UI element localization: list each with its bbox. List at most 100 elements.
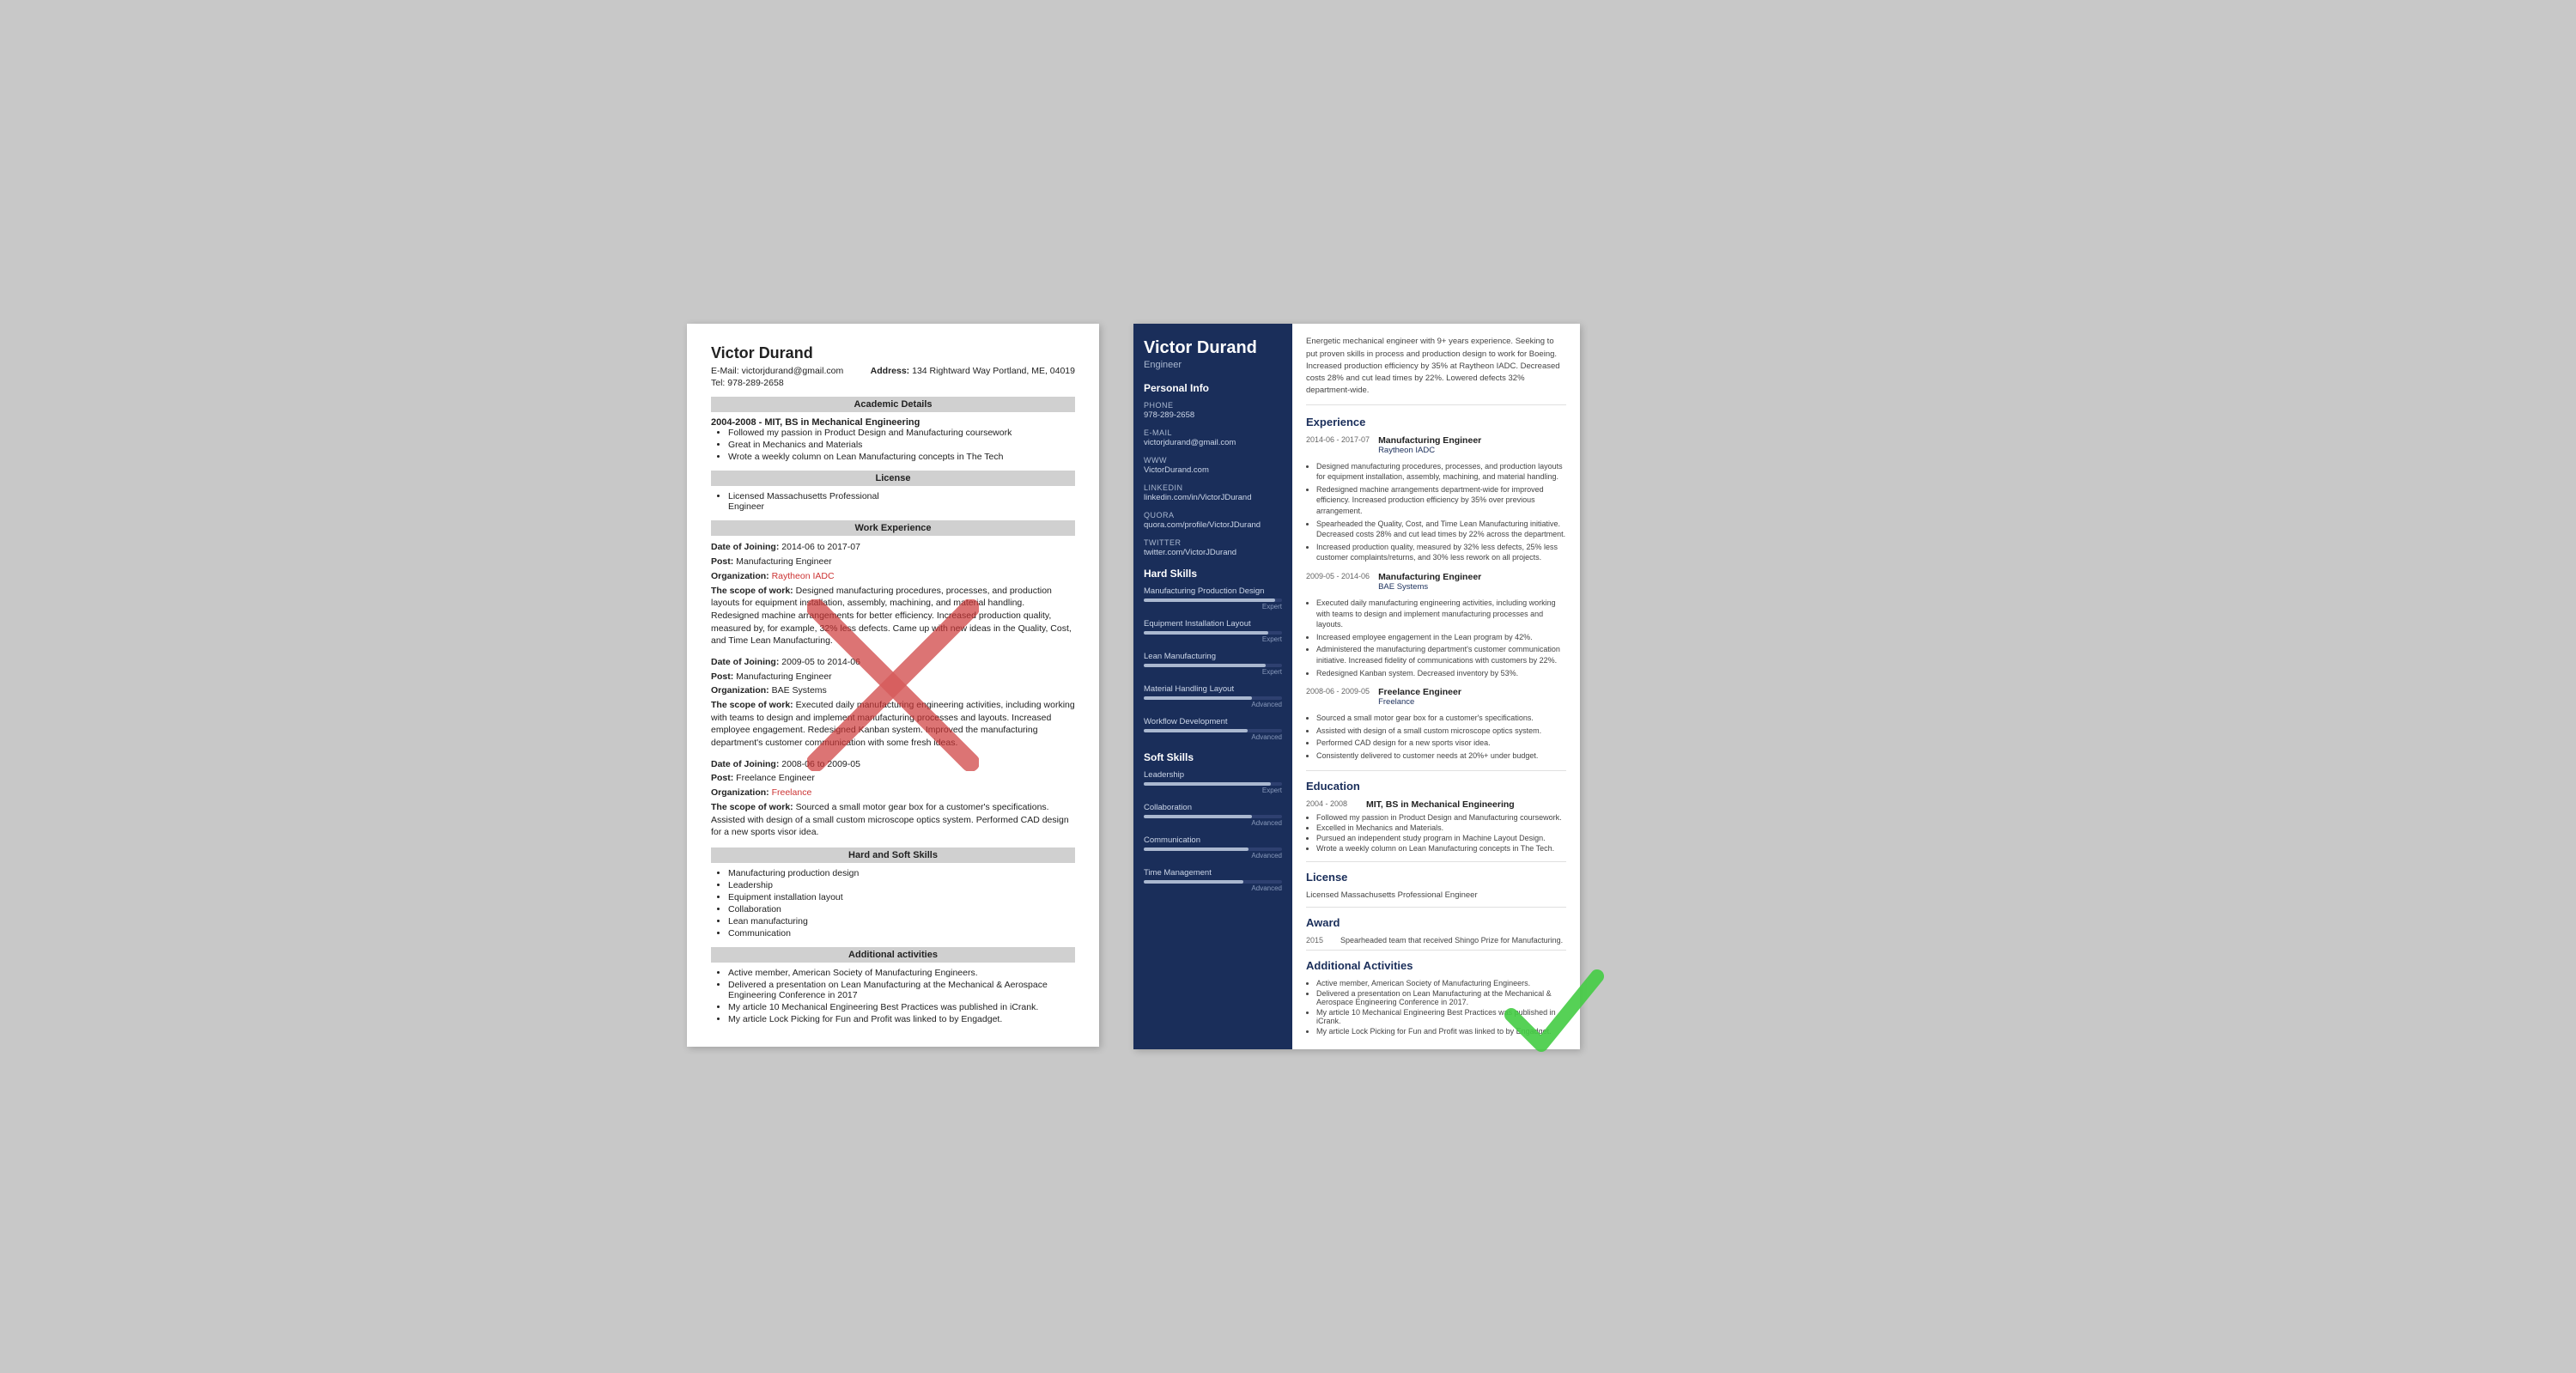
skill-bar-fill-4 [1144, 696, 1252, 700]
twitter-value: twitter.com/VictorJDurand [1144, 548, 1282, 557]
classic-skill-1: Manufacturing production design [728, 868, 1075, 878]
classic-work-3: Date of Joining: 2008-06 to 2009-05 Post… [711, 758, 1075, 839]
personal-info-title: Personal Info [1144, 382, 1282, 394]
edu-header-1: 2004 - 2008 MIT, BS in Mechanical Engine… [1306, 799, 1566, 810]
www-value: VictorDurand.com [1144, 465, 1282, 475]
classic-work-1: Date of Joining: 2014-06 to 2017-07 Post… [711, 541, 1075, 647]
classic-license-bullets: Licensed Massachusetts ProfessionalEngin… [728, 491, 1075, 512]
divider-1 [1306, 770, 1566, 771]
quora-value: quora.com/profile/VictorJDurand [1144, 520, 1282, 530]
skill-bar-fill-1 [1144, 598, 1275, 602]
linkedin-label: LinkedIn [1144, 483, 1282, 492]
experience-title: Experience [1306, 416, 1566, 428]
sidebar-www: WWW VictorDurand.com [1144, 456, 1282, 475]
hard-skill-5: Workflow Development Advanced [1144, 717, 1282, 741]
exp-bullet-3-1: Sourced a small motor gear box for a cus… [1316, 713, 1566, 724]
exp-dates-2: 2009-05 - 2014-06 [1306, 572, 1370, 594]
exp-details-2: Manufacturing Engineer BAE Systems [1378, 572, 1481, 594]
soft-skill-bar-fill-4 [1144, 880, 1243, 884]
soft-skill-bar-fill-2 [1144, 815, 1252, 818]
soft-skills-title: Soft Skills [1144, 751, 1282, 763]
soft-skill-bar-bg-3 [1144, 847, 1282, 851]
phone-label: Phone [1144, 401, 1282, 410]
classic-work3-post: Post: Freelance Engineer [711, 772, 1075, 785]
skill-bar-fill-5 [1144, 729, 1248, 732]
classic-address-label: Address: [871, 366, 910, 376]
exp-entry-3: 2008-06 - 2009-05 Freelance Engineer Fre… [1306, 687, 1566, 761]
edu-bullet-3: Pursued an independent study program in … [1316, 834, 1566, 842]
exp-entry-1: 2014-06 - 2017-07 Manufacturing Engineer… [1306, 435, 1566, 563]
edu-bullets-1: Followed my passion in Product Design an… [1316, 813, 1566, 853]
classic-skill-2: Leadership [728, 880, 1075, 890]
edu-dates-1: 2004 - 2008 [1306, 799, 1358, 810]
classic-license-header: License [711, 471, 1075, 486]
exp-bullet-2-2: Increased employee engagement in the Lea… [1316, 632, 1566, 643]
modern-main: Energetic mechanical engineer with 9+ ye… [1292, 324, 1580, 1048]
classic-resume: Victor Durand E-Mail: victorjdurand@gmai… [687, 324, 1099, 1046]
quora-label: Quora [1144, 511, 1282, 519]
exp-bullet-3-2: Assisted with design of a small custom m… [1316, 726, 1566, 737]
exp-details-3: Freelance Engineer Freelance [1378, 687, 1461, 709]
classic-academic-dates: 2004-2008 - MIT, BS in Mechanical Engine… [711, 417, 1075, 428]
classic-tel-label: Tel: [711, 378, 725, 388]
exp-bullets-2: Executed daily manufacturing engineering… [1316, 598, 1566, 678]
classic-additional-3: My article 10 Mechanical Engineering Bes… [728, 1002, 1075, 1012]
sidebar-twitter: Twitter twitter.com/VictorJDurand [1144, 538, 1282, 557]
classic-work3-org: Organization: Freelance [711, 787, 1075, 799]
classic-work2-scope: The scope of work: Executed daily manufa… [711, 699, 1075, 750]
skill-bar-fill-2 [1144, 631, 1268, 635]
classic-work1-scope: The scope of work: Designed manufacturin… [711, 585, 1075, 647]
exp-bullet-1-4: Increased production quality, measured b… [1316, 542, 1566, 563]
sidebar-quora: Quora quora.com/profile/VictorJDurand [1144, 511, 1282, 530]
classic-work3-date: Date of Joining: 2008-06 to 2009-05 [711, 758, 1075, 771]
exp-company-1: Raytheon IADC [1378, 446, 1481, 455]
classic-work-header: Work Experience [711, 520, 1075, 536]
classic-work2-post: Post: Manufacturing Engineer [711, 671, 1075, 683]
soft-skill-bar-fill-3 [1144, 847, 1249, 851]
modern-additional-4: My article Lock Picking for Fun and Prof… [1316, 1027, 1566, 1036]
modern-additional-3: My article 10 Mechanical Engineering Bes… [1316, 1008, 1566, 1025]
divider-2 [1306, 861, 1566, 862]
classic-license-bullet-1: Licensed Massachusetts ProfessionalEngin… [728, 491, 1075, 512]
exp-dates-1: 2014-06 - 2017-07 [1306, 435, 1370, 458]
hard-skill-1: Manufacturing Production Design Expert [1144, 586, 1282, 611]
edu-entry-1: 2004 - 2008 MIT, BS in Mechanical Engine… [1306, 799, 1566, 853]
exp-entry-2: 2009-05 - 2014-06 Manufacturing Engineer… [1306, 572, 1566, 678]
education-title: Education [1306, 780, 1566, 793]
soft-skill-1: Leadership Expert [1144, 770, 1282, 794]
hard-skill-4: Material Handling Layout Advanced [1144, 684, 1282, 708]
skill-bar-fill-3 [1144, 664, 1266, 667]
classic-academic-bullet-3: Wrote a weekly column on Lean Manufactur… [728, 452, 1075, 462]
skill-bar-bg-2 [1144, 631, 1282, 635]
exp-dates-3: 2008-06 - 2009-05 [1306, 687, 1370, 709]
page-container: Victor Durand E-Mail: victorjdurand@gmai… [687, 324, 1889, 1048]
exp-bullets-3: Sourced a small motor gear box for a cus… [1316, 713, 1566, 761]
classic-skills-list: Manufacturing production design Leadersh… [728, 868, 1075, 939]
soft-skill-bar-bg-2 [1144, 815, 1282, 818]
award-year: 2015 [1306, 936, 1332, 945]
edu-bullet-4: Wrote a weekly column on Lean Manufactur… [1316, 844, 1566, 853]
exp-bullet-1-2: Redesigned machine arrangements departme… [1316, 484, 1566, 517]
classic-work-2: Date of Joining: 2009-05 to 2014-06 Post… [711, 656, 1075, 750]
soft-skill-4: Time Management Advanced [1144, 868, 1282, 892]
classic-work2-org: Organization: BAE Systems [711, 684, 1075, 697]
edu-bullet-2: Excelled in Mechanics and Materials. [1316, 823, 1566, 832]
classic-skill-4: Collaboration [728, 904, 1075, 914]
hard-skill-3: Lean Manufacturing Expert [1144, 652, 1282, 676]
license-text: Licensed Massachusetts Professional Engi… [1306, 890, 1566, 900]
classic-address-value: 134 Rightward Way Portland, ME, 04019 [912, 366, 1075, 376]
modern-additional-2: Delivered a presentation on Lean Manufac… [1316, 989, 1566, 1006]
award-text: Spearheaded team that received Shingo Pr… [1340, 936, 1563, 945]
skill-bar-bg-4 [1144, 696, 1282, 700]
hard-skill-2: Equipment Installation Layout Expert [1144, 619, 1282, 643]
classic-academic-bullets: Followed my passion in Product Design an… [728, 428, 1075, 462]
soft-skill-bar-bg-1 [1144, 782, 1282, 786]
modern-name: Victor Durand [1144, 337, 1282, 358]
classic-resume-wrapper: Victor Durand E-Mail: victorjdurand@gmai… [687, 324, 1099, 1046]
exp-bullet-3-3: Performed CAD design for a new sports vi… [1316, 738, 1566, 749]
classic-academic-header: Academic Details [711, 397, 1075, 412]
modern-resume: Victor Durand Engineer Personal Info Pho… [1133, 324, 1580, 1048]
skill-bar-bg-3 [1144, 664, 1282, 667]
exp-bullet-1-3: Spearheaded the Quality, Cost, and Time … [1316, 519, 1566, 540]
email-label: E-mail [1144, 428, 1282, 437]
